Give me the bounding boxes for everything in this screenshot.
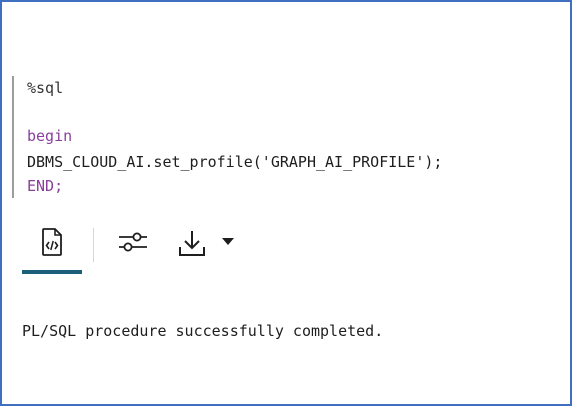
- caret-down-icon[interactable]: [222, 238, 234, 245]
- notebook-paragraph: %sql begin DBMS_CLOUD_AI.set_profile('GR…: [0, 0, 572, 406]
- settings-button[interactable]: [112, 224, 154, 264]
- result-output: PL/SQL procedure successfully completed.: [22, 322, 384, 340]
- code-line-interpreter: %sql: [27, 79, 64, 97]
- tab-code[interactable]: [22, 224, 82, 264]
- paragraph-toolbar: [22, 224, 262, 276]
- code-line-end: END;: [27, 177, 64, 195]
- toolbar-divider: [93, 228, 94, 262]
- sliders-icon: [118, 230, 148, 259]
- code-line-begin: begin: [27, 127, 73, 145]
- code-editor[interactable]: %sql begin DBMS_CLOUD_AI.set_profile('GR…: [12, 76, 534, 198]
- code-file-icon: [39, 227, 65, 262]
- active-tab-indicator: [22, 270, 82, 274]
- code-line-call: DBMS_CLOUD_AI.set_profile('GRAPH_AI_PROF…: [27, 153, 443, 171]
- download-icon: [178, 229, 206, 264]
